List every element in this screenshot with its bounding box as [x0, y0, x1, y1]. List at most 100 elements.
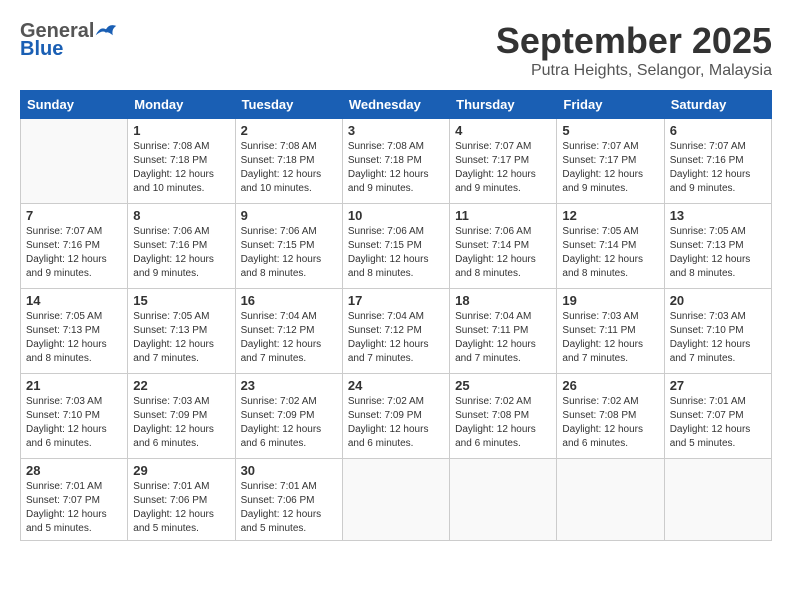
day-info: Sunrise: 7:05 AM Sunset: 7:14 PM Dayligh…: [562, 225, 658, 281]
day-info: Sunrise: 7:01 AM Sunset: 7:06 PM Dayligh…: [241, 480, 337, 536]
day-number: 6: [670, 123, 766, 138]
table-row: 27 Sunrise: 7:01 AM Sunset: 7:07 PM Dayli…: [664, 374, 771, 459]
day-number: 22: [133, 378, 229, 393]
table-row: 15 Sunrise: 7:05 AM Sunset: 7:13 PM Dayli…: [128, 289, 235, 374]
table-row: 19 Sunrise: 7:03 AM Sunset: 7:11 PM Dayli…: [557, 289, 664, 374]
day-info: Sunrise: 7:06 AM Sunset: 7:15 PM Dayligh…: [241, 225, 337, 281]
table-row: [557, 459, 664, 541]
day-info: Sunrise: 7:05 AM Sunset: 7:13 PM Dayligh…: [133, 310, 229, 366]
day-info: Sunrise: 7:01 AM Sunset: 7:07 PM Dayligh…: [670, 395, 766, 451]
table-row: 18 Sunrise: 7:04 AM Sunset: 7:11 PM Dayli…: [450, 289, 557, 374]
table-row: 25Sunrise: 7:02 AM Sunset: 7:08 PM Dayli…: [450, 374, 557, 459]
table-row: 30Sunrise: 7:01 AM Sunset: 7:06 PM Dayli…: [235, 459, 342, 541]
table-row: 4 Sunrise: 7:07 AM Sunset: 7:17 PM Daylig…: [450, 119, 557, 204]
day-info: Sunrise: 7:06 AM Sunset: 7:14 PM Dayligh…: [455, 225, 551, 281]
table-row: 13Sunrise: 7:05 AM Sunset: 7:13 PM Dayli…: [664, 204, 771, 289]
table-row: 12 Sunrise: 7:05 AM Sunset: 7:14 PM Dayli…: [557, 204, 664, 289]
header-saturday: Saturday: [664, 91, 771, 119]
table-row: 29 Sunrise: 7:01 AM Sunset: 7:06 PM Dayli…: [128, 459, 235, 541]
day-number: 25: [455, 378, 551, 393]
table-row: 10 Sunrise: 7:06 AM Sunset: 7:15 PM Dayli…: [342, 204, 449, 289]
day-info: Sunrise: 7:03 AM Sunset: 7:09 PM Dayligh…: [133, 395, 229, 451]
calendar-week-row: 7 Sunrise: 7:07 AM Sunset: 7:16 PM Daylig…: [21, 204, 772, 289]
day-number: 19: [562, 293, 658, 308]
day-info: Sunrise: 7:07 AM Sunset: 7:16 PM Dayligh…: [26, 225, 122, 281]
day-number: 26: [562, 378, 658, 393]
day-info: Sunrise: 7:05 AM Sunset: 7:13 PM Dayligh…: [26, 310, 122, 366]
calendar-week-row: 14 Sunrise: 7:05 AM Sunset: 7:13 PM Dayli…: [21, 289, 772, 374]
day-info: Sunrise: 7:07 AM Sunset: 7:17 PM Dayligh…: [562, 140, 658, 196]
table-row: 22 Sunrise: 7:03 AM Sunset: 7:09 PM Dayli…: [128, 374, 235, 459]
day-number: 2: [241, 123, 337, 138]
header: General Blue September 2025 Putra Height…: [20, 20, 772, 80]
table-row: 21Sunrise: 7:03 AM Sunset: 7:10 PM Dayli…: [21, 374, 128, 459]
day-number: 23: [241, 378, 337, 393]
table-row: 16 Sunrise: 7:04 AM Sunset: 7:12 PM Dayli…: [235, 289, 342, 374]
day-info: Sunrise: 7:03 AM Sunset: 7:10 PM Dayligh…: [670, 310, 766, 366]
table-row: 23 Sunrise: 7:02 AM Sunset: 7:09 PM Dayli…: [235, 374, 342, 459]
day-info: Sunrise: 7:08 AM Sunset: 7:18 PM Dayligh…: [348, 140, 444, 196]
day-info: Sunrise: 7:04 AM Sunset: 7:12 PM Dayligh…: [241, 310, 337, 366]
table-row: 8 Sunrise: 7:06 AM Sunset: 7:16 PM Daylig…: [128, 204, 235, 289]
table-row: 28 Sunrise: 7:01 AM Sunset: 7:07 PM Dayli…: [21, 459, 128, 541]
day-number: 18: [455, 293, 551, 308]
day-number: 3: [348, 123, 444, 138]
table-row: 6 Sunrise: 7:07 AM Sunset: 7:16 PM Daylig…: [664, 119, 771, 204]
day-number: 7: [26, 208, 122, 223]
day-number: 24: [348, 378, 444, 393]
day-number: 28: [26, 463, 122, 478]
day-info: Sunrise: 7:06 AM Sunset: 7:16 PM Dayligh…: [133, 225, 229, 281]
day-number: 12: [562, 208, 658, 223]
table-row: 11 Sunrise: 7:06 AM Sunset: 7:14 PM Dayli…: [450, 204, 557, 289]
table-row: 3 Sunrise: 7:08 AM Sunset: 7:18 PM Daylig…: [342, 119, 449, 204]
day-info: Sunrise: 7:01 AM Sunset: 7:06 PM Dayligh…: [133, 480, 229, 536]
day-info: Sunrise: 7:05 AM Sunset: 7:13 PM Dayligh…: [670, 225, 766, 281]
table-row: 24Sunrise: 7:02 AM Sunset: 7:09 PM Dayli…: [342, 374, 449, 459]
day-info: Sunrise: 7:08 AM Sunset: 7:18 PM Dayligh…: [133, 140, 229, 196]
location-title: Putra Heights, Selangor, Malaysia: [496, 62, 772, 80]
day-number: 8: [133, 208, 229, 223]
calendar-week-row: 21Sunrise: 7:03 AM Sunset: 7:10 PM Dayli…: [21, 374, 772, 459]
header-tuesday: Tuesday: [235, 91, 342, 119]
calendar-header-row: Sunday Monday Tuesday Wednesday Thursday…: [21, 91, 772, 119]
table-row: 9Sunrise: 7:06 AM Sunset: 7:15 PM Daylig…: [235, 204, 342, 289]
day-number: 14: [26, 293, 122, 308]
table-row: 20Sunrise: 7:03 AM Sunset: 7:10 PM Dayli…: [664, 289, 771, 374]
day-info: Sunrise: 7:04 AM Sunset: 7:12 PM Dayligh…: [348, 310, 444, 366]
day-number: 10: [348, 208, 444, 223]
day-number: 29: [133, 463, 229, 478]
day-number: 4: [455, 123, 551, 138]
day-number: 21: [26, 378, 122, 393]
day-info: Sunrise: 7:07 AM Sunset: 7:16 PM Dayligh…: [670, 140, 766, 196]
day-info: Sunrise: 7:06 AM Sunset: 7:15 PM Dayligh…: [348, 225, 444, 281]
calendar-table: Sunday Monday Tuesday Wednesday Thursday…: [20, 90, 772, 541]
header-monday: Monday: [128, 91, 235, 119]
month-title: September 2025: [496, 20, 772, 62]
logo-bird-icon: [94, 20, 118, 42]
table-row: 26Sunrise: 7:02 AM Sunset: 7:08 PM Dayli…: [557, 374, 664, 459]
day-info: Sunrise: 7:07 AM Sunset: 7:17 PM Dayligh…: [455, 140, 551, 196]
table-row: [342, 459, 449, 541]
day-info: Sunrise: 7:02 AM Sunset: 7:09 PM Dayligh…: [241, 395, 337, 451]
logo: General Blue: [20, 20, 118, 60]
calendar-week-row: 1Sunrise: 7:08 AM Sunset: 7:18 PM Daylig…: [21, 119, 772, 204]
header-sunday: Sunday: [21, 91, 128, 119]
day-info: Sunrise: 7:01 AM Sunset: 7:07 PM Dayligh…: [26, 480, 122, 536]
header-thursday: Thursday: [450, 91, 557, 119]
table-row: 1Sunrise: 7:08 AM Sunset: 7:18 PM Daylig…: [128, 119, 235, 204]
table-row: [21, 119, 128, 204]
table-row: 14 Sunrise: 7:05 AM Sunset: 7:13 PM Dayli…: [21, 289, 128, 374]
table-row: 7 Sunrise: 7:07 AM Sunset: 7:16 PM Daylig…: [21, 204, 128, 289]
table-row: 17Sunrise: 7:04 AM Sunset: 7:12 PM Dayli…: [342, 289, 449, 374]
header-friday: Friday: [557, 91, 664, 119]
day-info: Sunrise: 7:08 AM Sunset: 7:18 PM Dayligh…: [241, 140, 337, 196]
day-number: 11: [455, 208, 551, 223]
calendar-week-row: 28 Sunrise: 7:01 AM Sunset: 7:07 PM Dayli…: [21, 459, 772, 541]
day-number: 27: [670, 378, 766, 393]
header-wednesday: Wednesday: [342, 91, 449, 119]
day-number: 16: [241, 293, 337, 308]
day-info: Sunrise: 7:04 AM Sunset: 7:11 PM Dayligh…: [455, 310, 551, 366]
table-row: [450, 459, 557, 541]
day-info: Sunrise: 7:03 AM Sunset: 7:11 PM Dayligh…: [562, 310, 658, 366]
day-number: 15: [133, 293, 229, 308]
